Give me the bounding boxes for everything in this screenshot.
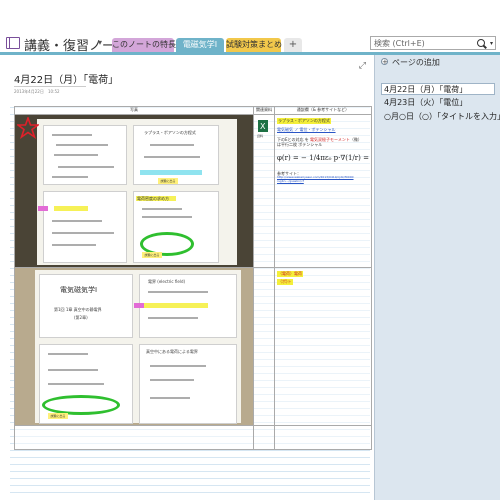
slide-subtitle: 第1回 1章 真空中の静電界 [54,307,102,312]
ref-link[interactable]: 電気磁気 ノ 電位・ポテンシャル [277,127,336,133]
notes-cell-2[interactable]: （電荷）電荷 （ポ)ト [274,267,372,426]
search-input[interactable]: 検索 (Ctrl+E) ▾ [370,36,496,50]
lecture-photo-1[interactable]: ラプラス・ポアソンの方程式 試験に出る 電荷密度の求め方 試験に出る [15,115,253,267]
expand-icon[interactable]: ⤢ [359,61,366,71]
ref-url-2[interactable]: rsgbn.../gsasbn/cf [277,179,304,183]
reference-notes: ラプラス・ポアソンの方程式 電気磁気 ノ 電位・ポテンシャル 下のEとの対応 を… [275,115,371,267]
search-placeholder: 検索 (Ctrl+E) [374,39,425,48]
document-label: 資料 [257,134,264,138]
page-time: 10:52 [48,89,60,94]
photo-cell-2[interactable]: 電気磁気学Ⅰ 第1回 1章 真空中の静電界 (第2章) 電界 (electric… [14,267,254,426]
add-section-button[interactable]: + [284,38,302,52]
materials-cell-3[interactable] [253,425,275,450]
header-photo: 写真 [14,106,254,115]
materials-cell-2[interactable] [253,267,275,426]
ref-highlight: ラプラス・ポアソンの方程式 [277,118,331,124]
page-item-template[interactable]: ○月○日（○）「タイトルを入力」 [381,111,500,123]
page-item-apr23[interactable]: 4月23日（火）「電位」 [381,97,498,109]
chevron-down-icon[interactable]: ▾ [98,38,102,47]
sticky-exam-note: 試験に出る [142,252,162,258]
svg-text:X: X [260,122,266,131]
ref2-highlight: （電荷）電荷 [277,271,303,277]
header-materials: 関連資料 [253,106,275,115]
tab-electromagnetics[interactable]: 電磁気学Ⅰ [176,38,224,52]
page-list-sidebar: + ページの追加 4月22日（月）「電荷」 4月23日（火）「電位」 ○月○日（… [374,55,500,500]
red-star-icon [17,117,39,139]
slide-panel-vacuum-charge: 真空中にある電荷による電界 [139,344,237,424]
slide-subtitle-2: (第2章) [74,315,88,320]
tab-notebook-features[interactable]: このノートの特長 [112,38,176,52]
notes-cell-3[interactable] [274,425,372,450]
header-notes: 通説欄（& 参考サイトなど） [274,106,372,115]
slide-panel-charge-density: 電荷密度の求め方 試験に出る [133,191,219,263]
lecture-photo-2[interactable]: 電気磁気学Ⅰ 第1回 1章 真空中の静電界 (第2章) 電界 (electric… [15,268,253,425]
slide-panel [38,191,127,263]
materials-cell-1[interactable]: X 資料 [253,114,275,268]
title-bar: 講義・復習ノート ▾ このノートの特長 電磁気学Ⅰ 試験対策まとめ + 検索 (… [0,0,500,54]
search-icon[interactable] [477,39,485,47]
slide-panel [43,125,127,185]
reference-notes-2: （電荷）電荷 （ポ)ト [275,268,371,425]
ref2-highlight-2: （ポ)ト [277,279,293,285]
page-title[interactable]: 4月22日（月）「電荷」 [14,71,118,86]
slide-panel: 試験に出る [39,344,133,424]
sticky-exam-note: 試験に出る [48,413,68,419]
photo-cell-3[interactable] [14,425,254,450]
page-canvas[interactable]: ⤢ 4月22日（月）「電荷」 2013年4月22日 10:52 写真 関連資料 … [0,55,374,500]
formula-image: φ(r) = − 1/4πε₀ p·∇(1/r) = 1/4πε₀ p·r/r³ [277,154,371,162]
notes-table[interactable]: 写真 関連資料 通説欄（& 参考サイトなど） ラプラス・ポアソンの方程式 試験に… [14,106,372,450]
slide-title: ラプラス・ポアソンの方程式 [144,130,196,135]
tab-exam-prep[interactable]: 試験対策まとめ [226,38,282,52]
page-item-apr22[interactable]: 4月22日（月）「電荷」 [381,83,495,95]
panel-title: 真空中にある電荷による電界 [146,349,198,354]
panel-title: 電荷密度の求め方 [137,196,169,201]
ref-text-tail: （微） [349,137,362,142]
slide-panel-laplace: ラプラス・ポアソンの方程式 試験に出る [133,125,219,185]
slide-title: 電気磁気学Ⅰ [60,286,98,294]
notebook-icon[interactable] [6,37,20,49]
sticky-exam-note: 試験に出る [158,178,178,184]
search-scope-caret-icon[interactable]: ▾ [490,37,493,51]
document-icon[interactable]: X [257,119,269,133]
page-date: 2013年4月22日 [14,89,44,94]
page-title-underline [14,86,86,87]
slide-panel-title: 電気磁気学Ⅰ 第1回 1章 真空中の静電界 (第2章) [39,274,133,338]
panel-title: 電界 (electric field) [148,279,186,284]
slide-panel-field: 電界 (electric field) [134,274,237,338]
add-page-icon[interactable]: + [381,58,388,66]
svg-text:φ(r) = − 1/4πε₀ p·∇(1/r) = 1/4: φ(r) = − 1/4πε₀ p·∇(1/r) = 1/4πε₀ p·r/r³ [277,154,371,162]
add-page-button[interactable]: ページの追加 [392,57,440,68]
photo-cell-1[interactable]: ラプラス・ポアソンの方程式 試験に出る 電荷密度の求め方 試験に出る [14,114,254,268]
notes-cell-1[interactable]: ラプラス・ポアソンの方程式 電気磁気 ノ 電位・ポテンシャル 下のEとの対応 を… [274,114,372,268]
